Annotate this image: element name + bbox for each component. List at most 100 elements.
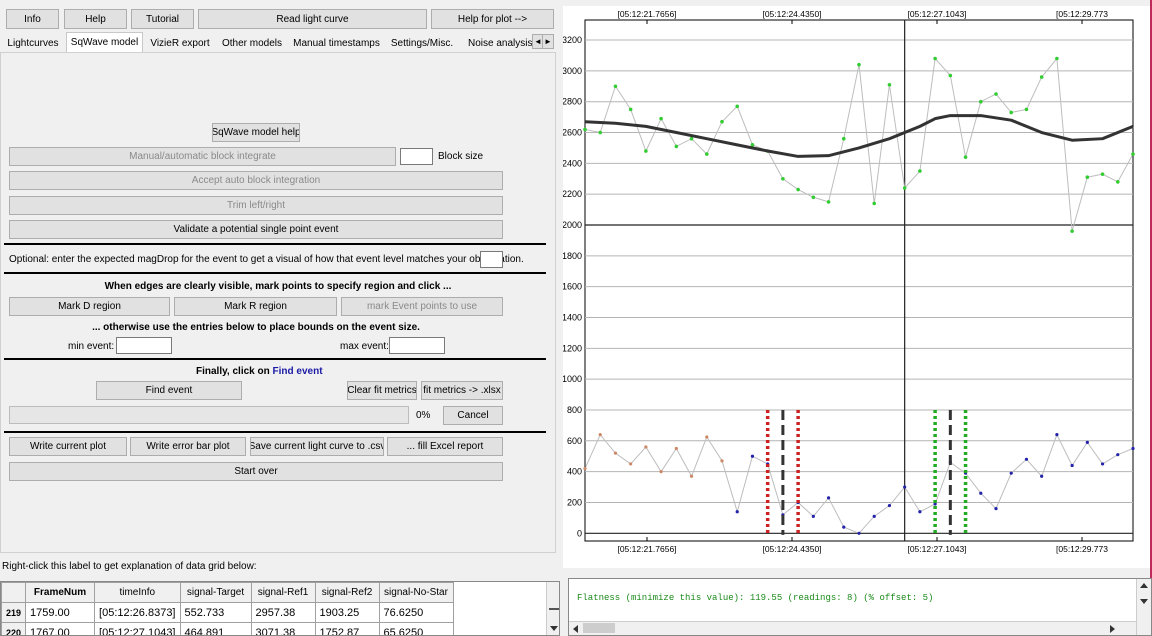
- mark-d-region-button[interactable]: Mark D region: [9, 297, 170, 316]
- scroll-thumb[interactable]: [549, 608, 559, 610]
- table-cell[interactable]: 1767.00: [25, 622, 96, 635]
- table-cell[interactable]: 1903.25: [314, 602, 380, 623]
- series-2-point: [750, 454, 755, 458]
- tab-lightcurves[interactable]: Lightcurves: [2, 34, 64, 52]
- trim-left-right-button[interactable]: Trim left/right: [9, 196, 503, 215]
- series-0-point: [781, 176, 785, 181]
- tab-sqwave-model[interactable]: SqWave model: [66, 32, 143, 52]
- magdrop-input[interactable]: [480, 251, 503, 268]
- series-2-point: [629, 462, 633, 466]
- light-curve-plot[interactable]: 0 200 400 600 800 1000 1200 1400 1600 1800 2000 220…: [562, 6, 1150, 568]
- tab-noise-analysis[interactable]: Noise analysis/l: [460, 34, 532, 52]
- series-2-point: [674, 446, 678, 451]
- series-2-point: [613, 451, 618, 455]
- table-row[interactable]: 219 1759.00 [05:12:26.8373] 552.733 2957…: [1, 602, 454, 623]
- start-over-button[interactable]: Start over: [9, 462, 503, 481]
- flatness-horizontal-scrollbar[interactable]: [569, 621, 1137, 635]
- scroll-up-icon[interactable]: [1140, 583, 1148, 588]
- series-2-point: [857, 531, 861, 535]
- tab-manual-timestamps[interactable]: Manual timestamps: [289, 34, 384, 52]
- grid-vertical-scrollbar[interactable]: [546, 582, 559, 635]
- table-row[interactable]: 220 1767.00 [05:12:27.1043] 464.891 3071…: [1, 622, 454, 635]
- scroll-left-icon[interactable]: [573, 625, 578, 633]
- read-light-curve-button[interactable]: Read light curve: [198, 9, 427, 29]
- table-cell[interactable]: 76.6250: [378, 602, 454, 623]
- tab-settings-misc[interactable]: Settings/Misc.: [386, 34, 458, 52]
- table-corner: [1, 582, 27, 603]
- info-button[interactable]: Info: [6, 9, 59, 29]
- row-index: 219: [1, 602, 27, 623]
- x-tick-label-bottom: [05:12:21.7656]: [617, 544, 676, 554]
- series-0-point: [689, 136, 694, 141]
- series-2-point: [1055, 433, 1059, 437]
- plot-panel: 0 200 400 600 800 1000 1200 1400 1600 1800 2000 220…: [562, 6, 1150, 568]
- series-0-point: [720, 119, 724, 124]
- tab-vizier-export[interactable]: VizieR export: [145, 34, 215, 52]
- table-cell[interactable]: 3071.38: [250, 622, 316, 635]
- series-2-point: [720, 459, 724, 463]
- series-2-point: [583, 466, 587, 471]
- table-cell[interactable]: [05:12:26.8373]: [94, 602, 181, 623]
- y-tick-label: 2600: [563, 128, 582, 138]
- table-cell[interactable]: 1752.87: [314, 622, 380, 635]
- series-0-point: [1055, 56, 1059, 61]
- min-event-input[interactable]: [116, 337, 172, 354]
- table-cell[interactable]: [05:12:27.1043]: [94, 622, 181, 635]
- column-header[interactable]: FrameNum: [25, 582, 96, 603]
- clear-fit-metrics-button[interactable]: Clear fit metrics: [347, 381, 417, 400]
- mark-r-region-button[interactable]: Mark R region: [174, 297, 337, 316]
- fill-excel-report-button[interactable]: ... fill Excel report: [387, 437, 503, 456]
- series-2-point: [842, 525, 846, 529]
- series-0-point: [841, 136, 846, 141]
- find-event-button[interactable]: Find event: [96, 381, 242, 400]
- max-event-label: max event:: [340, 341, 389, 352]
- x-tick-label-top: [05:12:27.1043]: [907, 9, 966, 19]
- edges-instruction-label: When edges are clearly visible, mark poi…: [104, 281, 452, 292]
- data-grid[interactable]: FrameNum timeInfo signal-Target signal-R…: [0, 581, 560, 636]
- table-cell[interactable]: 552.733: [179, 602, 252, 623]
- block-size-label: Block size: [438, 151, 484, 162]
- block-size-input[interactable]: [400, 148, 433, 165]
- table-cell[interactable]: 65.6250: [378, 622, 454, 635]
- flatness-vertical-scrollbar[interactable]: [1136, 579, 1151, 635]
- series-0-point: [659, 116, 663, 121]
- series-2-point: [1009, 471, 1013, 475]
- series-0-point: [963, 155, 968, 159]
- column-header[interactable]: signal-No-Star: [378, 582, 454, 603]
- series-0-point: [628, 107, 633, 112]
- write-error-bar-plot-button[interactable]: Write error bar plot: [130, 437, 246, 456]
- sqwave-model-help-button[interactable]: SqWave model help: [212, 123, 300, 142]
- tab-other-models[interactable]: Other models: [217, 34, 287, 52]
- series-0-point: [811, 195, 816, 200]
- validate-single-point-button[interactable]: Validate a potential single point event: [9, 220, 503, 239]
- column-header[interactable]: timeInfo: [94, 582, 181, 603]
- scroll-down-icon[interactable]: [1140, 599, 1148, 604]
- tutorial-button[interactable]: Tutorial: [131, 9, 194, 29]
- series-2-point: [872, 514, 876, 518]
- column-header[interactable]: signal-Target: [179, 582, 252, 603]
- series-0-point: [1039, 75, 1044, 79]
- y-tick-label: 2400: [563, 158, 582, 168]
- find-event-link-text: Find event: [272, 366, 323, 377]
- series-2-point: [979, 491, 983, 495]
- table-cell[interactable]: 464.891: [179, 622, 252, 635]
- scroll-thumb[interactable]: [583, 623, 615, 633]
- scroll-right-icon[interactable]: [1110, 625, 1115, 633]
- block-integrate-button[interactable]: Manual/automatic block integrate: [9, 147, 396, 166]
- max-event-input[interactable]: [389, 337, 445, 354]
- scroll-down-icon[interactable]: [550, 626, 558, 631]
- save-csv-button[interactable]: Save current light curve to .csv: [250, 437, 384, 456]
- help-button[interactable]: Help: [64, 9, 127, 29]
- cancel-button[interactable]: Cancel: [443, 406, 503, 425]
- data-grid-hint-label[interactable]: Right-click this label to get explanatio…: [2, 561, 257, 572]
- write-current-plot-button[interactable]: Write current plot: [9, 437, 127, 456]
- tab-scroll-right-button[interactable]: ►: [542, 34, 554, 49]
- help-for-plot-button[interactable]: Help for plot -->: [431, 9, 554, 29]
- column-header[interactable]: signal-Ref2: [314, 582, 380, 603]
- accept-auto-block-button[interactable]: Accept auto block integration: [9, 171, 503, 190]
- column-header[interactable]: signal-Ref1: [250, 582, 316, 603]
- fit-metrics-xlsx-button[interactable]: fit metrics -> .xlsx: [421, 381, 503, 400]
- mark-event-points-button[interactable]: mark Event points to use: [341, 297, 503, 316]
- table-cell[interactable]: 2957.38: [250, 602, 316, 623]
- table-cell[interactable]: 1759.00: [25, 602, 96, 623]
